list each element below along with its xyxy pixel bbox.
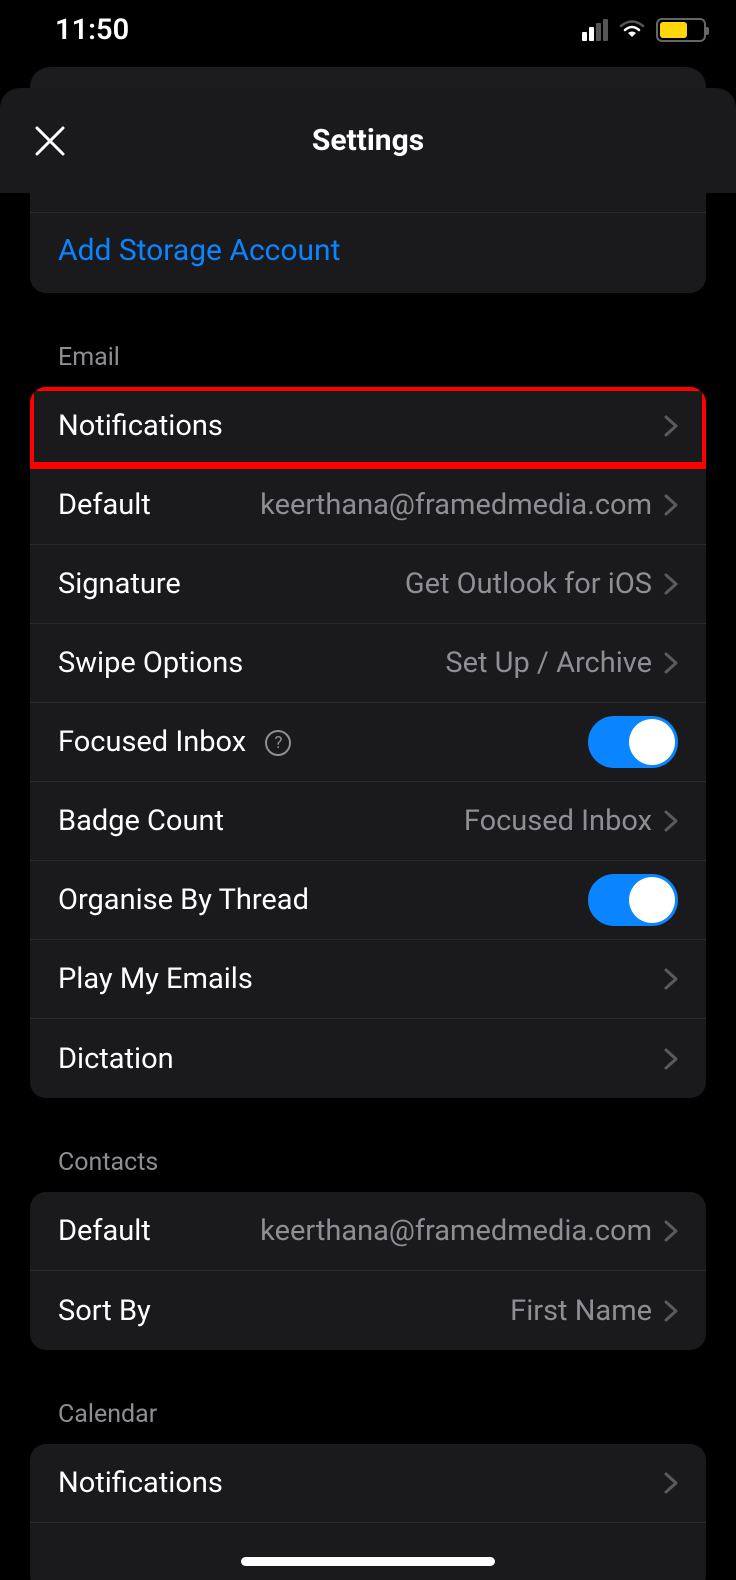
chevron-right-icon <box>664 968 678 990</box>
default-email-row[interactable]: Default keerthana@framedmedia.com <box>30 466 706 545</box>
calendar-section-header: Calendar <box>28 1400 706 1444</box>
dictation-row[interactable]: Dictation <box>30 1019 706 1098</box>
swipe-value: Set Up / Archive <box>243 646 652 680</box>
chevron-right-icon <box>664 810 678 832</box>
contacts-default-value: keerthana@framedmedia.com <box>151 1214 652 1248</box>
chevron-right-icon <box>664 415 678 437</box>
default-value: keerthana@framedmedia.com <box>151 488 652 522</box>
home-indicator[interactable] <box>241 1557 495 1566</box>
chevron-right-icon <box>664 494 678 516</box>
sort-label: Sort By <box>58 1294 151 1328</box>
contacts-default-label: Default <box>58 1214 151 1248</box>
calendar-partial-row[interactable] <box>30 1523 706 1580</box>
calendar-notifications-row[interactable]: Notifications <box>30 1444 706 1523</box>
badge-label: Badge Count <box>58 804 224 838</box>
contacts-default-row[interactable]: Default keerthana@framedmedia.com <box>30 1192 706 1271</box>
add-storage-label: Add Storage Account <box>58 233 340 268</box>
sort-value: First Name <box>151 1294 652 1328</box>
notifications-row[interactable]: Notifications <box>30 387 706 466</box>
chevron-right-icon <box>664 1220 678 1242</box>
notifications-label: Notifications <box>58 409 223 443</box>
email-group: Notifications Default keerthana@framedme… <box>30 387 706 1098</box>
status-time: 11:50 <box>55 13 129 47</box>
focused-inbox-row: Focused Inbox ? <box>30 703 706 782</box>
badge-value: Focused Inbox <box>224 804 652 838</box>
add-storage-account-button[interactable]: Add Storage Account <box>30 213 706 293</box>
close-button[interactable] <box>30 121 70 161</box>
battery-icon <box>656 18 706 42</box>
storage-group: Add Storage Account <box>30 193 706 293</box>
help-icon[interactable]: ? <box>265 730 291 756</box>
calendar-notifications-label: Notifications <box>58 1466 223 1500</box>
play-label: Play My Emails <box>58 962 253 996</box>
sort-by-row[interactable]: Sort By First Name <box>30 1271 706 1350</box>
organise-label: Organise By Thread <box>58 883 309 917</box>
chevron-right-icon <box>664 1472 678 1494</box>
cellular-signal-icon <box>582 19 608 41</box>
settings-sheet: Settings Add Storage Account Email Notif… <box>0 88 736 1580</box>
organise-toggle[interactable] <box>588 874 678 926</box>
dictation-label: Dictation <box>58 1042 174 1076</box>
focused-inbox-label: Focused Inbox ? <box>58 725 291 759</box>
wifi-icon <box>618 19 646 41</box>
chevron-right-icon <box>664 1300 678 1322</box>
close-icon <box>33 124 67 158</box>
chevron-right-icon <box>664 1048 678 1070</box>
status-icons <box>582 18 706 42</box>
swipe-options-row[interactable]: Swipe Options Set Up / Archive <box>30 624 706 703</box>
swipe-label: Swipe Options <box>58 646 243 680</box>
page-title: Settings <box>0 123 736 158</box>
signature-row[interactable]: Signature Get Outlook for iOS <box>30 545 706 624</box>
contacts-section-header: Contacts <box>28 1148 706 1192</box>
focused-inbox-toggle[interactable] <box>588 716 678 768</box>
organise-by-thread-row: Organise By Thread <box>30 861 706 940</box>
default-label: Default <box>58 488 151 522</box>
signature-label: Signature <box>58 567 181 601</box>
play-my-emails-row[interactable]: Play My Emails <box>30 940 706 1019</box>
settings-header: Settings <box>0 88 736 193</box>
contacts-group: Default keerthana@framedmedia.com Sort B… <box>30 1192 706 1350</box>
signature-value: Get Outlook for iOS <box>181 567 652 601</box>
email-section-header: Email <box>28 343 706 387</box>
status-bar: 11:50 <box>0 0 736 55</box>
chevron-right-icon <box>664 652 678 674</box>
badge-count-row[interactable]: Badge Count Focused Inbox <box>30 782 706 861</box>
chevron-right-icon <box>664 573 678 595</box>
